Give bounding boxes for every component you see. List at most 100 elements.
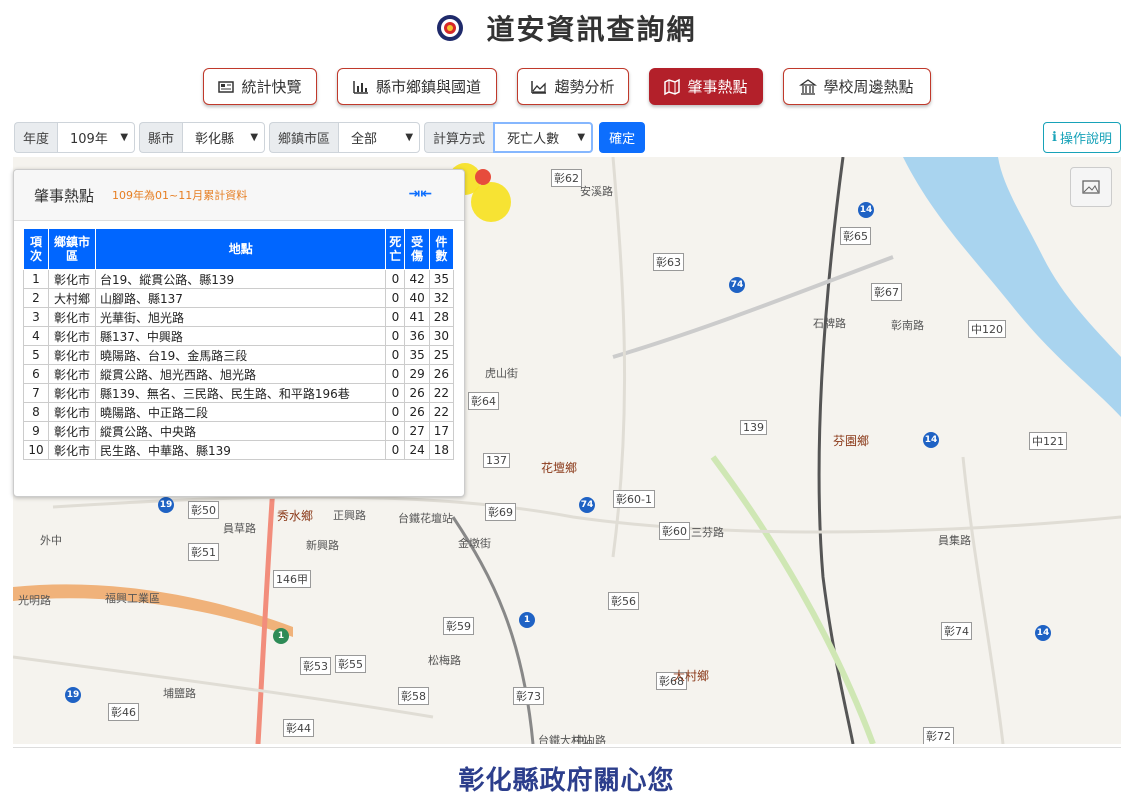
road-label: 彰58	[398, 687, 429, 705]
confirm-button[interactable]: 確定	[599, 122, 646, 153]
newspaper-icon	[218, 80, 235, 93]
road-label: 彰65	[840, 227, 871, 245]
table-cell: 彰化市	[48, 440, 96, 460]
table-row[interactable]: 5 彰化市 曉陽路、台19、金馬路三段 0 35 25	[23, 345, 455, 365]
township-value: 全部	[351, 132, 378, 147]
road-label: 彰72	[923, 727, 954, 744]
table-cell: 彰化市	[48, 326, 96, 346]
table-cell: 0	[385, 288, 406, 308]
table-cell: 彰化市	[48, 345, 96, 365]
table-cell: 縱貫公路、中央路	[94, 421, 387, 441]
table-row[interactable]: 6 彰化市 縱貫公路、旭光西路、旭光路 0 29 26	[23, 364, 455, 384]
table-cell: 10	[23, 440, 49, 460]
table-row[interactable]: 9 彰化市 縱貫公路、中央路 0 27 17	[23, 421, 455, 441]
road-label: 中121	[1029, 432, 1067, 450]
layer-toggle-button[interactable]	[1070, 167, 1112, 207]
street-label: 三芬路	[691, 526, 724, 539]
table-row[interactable]: 8 彰化市 曉陽路、中正路二段 0 26 22	[23, 402, 455, 422]
tab-county-township[interactable]: 縣市鄉鎮與國道	[336, 68, 497, 105]
table-cell: 0	[385, 326, 406, 346]
method-label: 計算方式	[424, 122, 494, 153]
road-label: 彰50	[188, 501, 219, 519]
table-cell: 40	[404, 288, 430, 308]
tab-school-hotspots[interactable]: 學校周邊熱點	[782, 68, 931, 105]
table-cell: 18	[428, 440, 455, 460]
table-row[interactable]: 1 彰化市 台19、縱貫公路、縣139 0 42 35	[23, 269, 455, 289]
help-label: 操作說明	[1059, 132, 1112, 147]
street-label: 埔鹽路	[163, 687, 196, 700]
road-label: 139	[740, 420, 767, 435]
highway-shield-icon: 14	[1035, 625, 1051, 641]
township-select[interactable]: 全部 ▼	[338, 122, 421, 153]
tab-accident-hotspots[interactable]: 肇事熱點	[648, 68, 763, 105]
table-cell: 30	[428, 326, 455, 346]
tab-trend-analysis[interactable]: 趨勢分析	[516, 68, 629, 105]
road-label: 彰63	[653, 253, 684, 271]
chevron-down-icon: ▼	[250, 132, 259, 143]
bar-chart-icon	[353, 80, 368, 94]
table-cell: 0	[385, 421, 406, 441]
site-title: 道安資訊查詢網	[486, 13, 697, 46]
table-cell: 26	[404, 383, 430, 403]
road-label: 彰67	[871, 283, 902, 301]
column-header: 地點	[94, 228, 387, 270]
table-cell: 彰化市	[48, 269, 96, 289]
table-cell: 0	[385, 345, 406, 365]
table-cell: 35	[428, 269, 455, 289]
street-label: 員草路	[223, 522, 256, 535]
table-cell: 4	[23, 326, 49, 346]
street-label: 石牌路	[813, 317, 846, 330]
table-cell: 民生路、中華路、縣139	[94, 440, 387, 460]
collapse-icon[interactable]: ⇥⇤	[409, 186, 432, 202]
table-cell: 縣139、無名、三民路、民生路、和平路196巷	[94, 383, 387, 403]
school-icon	[799, 78, 818, 95]
table-cell: 2	[23, 288, 49, 308]
town-label: 花壇鄉	[541, 461, 578, 475]
road-label: 中120	[968, 320, 1006, 338]
info-icon: ℹ	[1052, 130, 1057, 145]
method-filter: 計算方式 死亡人數 ▼	[424, 122, 594, 153]
road-label: 彰53	[300, 657, 331, 675]
table-cell: 光華街、旭光路	[94, 307, 387, 327]
street-label: 正興路	[333, 509, 366, 522]
column-header: 件數	[428, 228, 455, 270]
county-label: 縣市	[139, 122, 183, 153]
table-row[interactable]: 4 彰化市 縣137、中興路 0 36 30	[23, 326, 455, 346]
road-label: 彰60-1	[613, 490, 655, 508]
table-cell: 26	[404, 402, 430, 422]
table-cell: 42	[404, 269, 430, 289]
highway-shield-icon: 74	[729, 277, 745, 293]
emblem-icon	[437, 15, 464, 41]
column-header: 死亡	[385, 228, 406, 270]
street-label: 虎山街	[485, 367, 518, 380]
road-label: 彰62	[551, 169, 582, 187]
table-cell: 0	[385, 383, 406, 403]
page-title: 道安資訊查詢網	[0, 8, 1133, 48]
highway-shield-icon: 19	[65, 687, 81, 703]
table-cell: 7	[23, 383, 49, 403]
highway-shield-icon: 74	[579, 497, 595, 513]
road-label: 彰46	[108, 703, 139, 721]
table-cell: 彰化市	[48, 383, 96, 403]
township-label: 鄉鎮市區	[269, 122, 339, 153]
panel-header: 肇事熱點 109年為01~11月累計資料 ⇥⇤	[14, 170, 464, 221]
table-row[interactable]: 2 大村鄉 山腳路、縣137 0 40 32	[23, 288, 455, 308]
table-cell: 28	[428, 307, 455, 327]
table-row[interactable]: 3 彰化市 光華街、旭光路 0 41 28	[23, 307, 455, 327]
table-row[interactable]: 10 彰化市 民生路、中華路、縣139 0 24 18	[23, 440, 455, 460]
table-cell: 0	[385, 440, 406, 460]
tab-stats-overview[interactable]: 統計快覽	[202, 68, 317, 105]
table-cell: 縱貫公路、旭光西路、旭光路	[94, 364, 387, 384]
table-row[interactable]: 7 彰化市 縣139、無名、三民路、民生路、和平路196巷 0 26 22	[23, 383, 455, 403]
road-label: 146甲	[273, 570, 311, 588]
chevron-down-icon: ▼	[405, 132, 414, 143]
help-button[interactable]: ℹ 操作說明	[1043, 122, 1121, 153]
panel-title: 肇事熱點	[34, 186, 95, 205]
year-filter: 年度 109年 ▼	[14, 122, 136, 153]
year-select[interactable]: 109年 ▼	[57, 122, 136, 153]
method-select[interactable]: 死亡人數 ▼	[493, 122, 594, 153]
table-cell: 0	[385, 269, 406, 289]
county-select[interactable]: 彰化縣 ▼	[182, 122, 266, 153]
year-value: 109年	[70, 132, 108, 147]
street-label: 金墩街	[458, 537, 491, 550]
